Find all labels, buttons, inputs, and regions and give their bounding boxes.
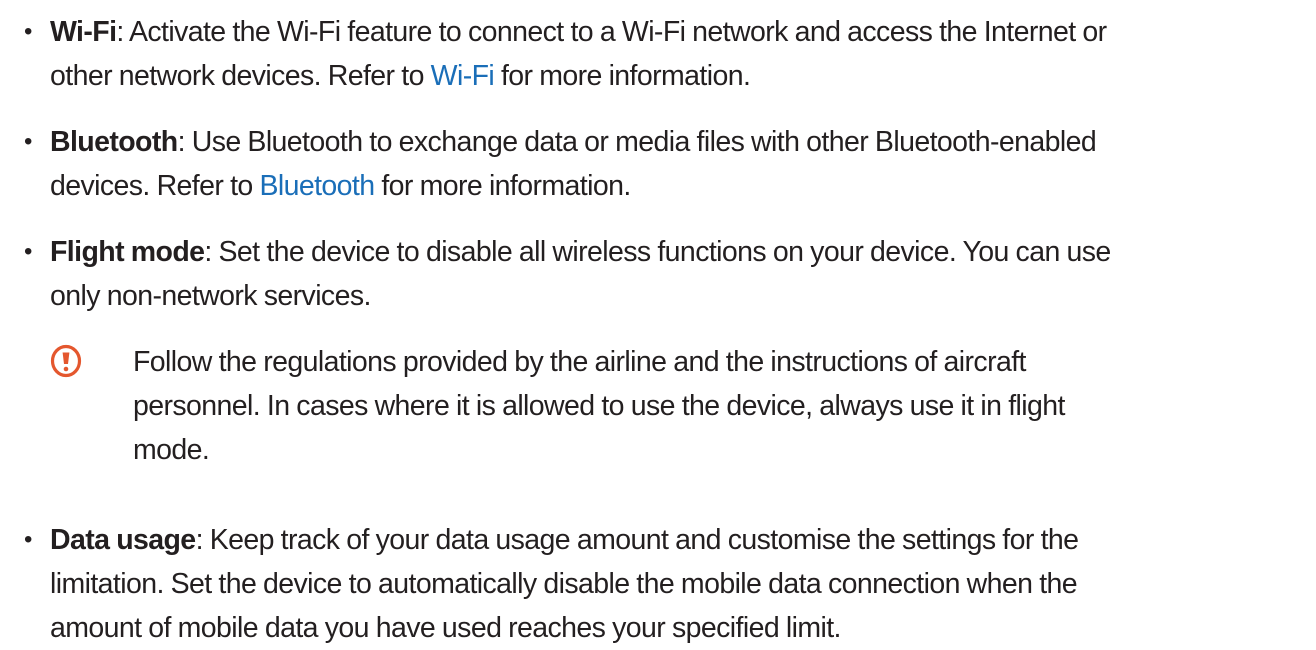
bullet: • [24, 238, 33, 265]
bullet: • [24, 128, 33, 155]
item-line: Data usage: Keep track of your data usag… [50, 518, 1312, 562]
caution-line: Follow the regulations provided by the a… [133, 346, 1026, 378]
item-desc: for more information. [374, 170, 631, 202]
item-text: Flight mode: Set the device to disable a… [50, 230, 1312, 318]
term-bluetooth: Bluetooth [50, 126, 178, 158]
item-line: Flight mode: Set the device to disable a… [50, 230, 1312, 274]
item-desc: : Activate the Wi-Fi feature to connect … [116, 16, 1107, 48]
settings-document: • Wi-Fi: Activate the Wi-Fi feature to c… [0, 0, 1316, 644]
item-line: Wi-Fi: Activate the Wi-Fi feature to con… [50, 10, 1312, 54]
item-desc: devices. Refer to [50, 170, 260, 202]
item-desc: other network devices. Refer to [50, 60, 431, 92]
item-line: other network devices. Refer to Wi-Fi fo… [50, 54, 1312, 98]
caution-line: personnel. In cases where it is allowed … [133, 390, 1065, 422]
wifi-link[interactable]: Wi-Fi [431, 60, 495, 92]
item-line: devices. Refer to Bluetooth for more inf… [50, 164, 1312, 208]
item-line: Bluetooth: Use Bluetooth to exchange dat… [50, 120, 1312, 164]
caution-icon [50, 344, 82, 378]
item-text: Data usage: Keep track of your data usag… [50, 518, 1312, 650]
item-line: amount of mobile data you have used reac… [50, 612, 841, 644]
item-desc: : Set the device to disable all wireless… [204, 236, 1111, 268]
item-text: Wi-Fi: Activate the Wi-Fi feature to con… [50, 10, 1312, 98]
bullet: • [24, 18, 33, 45]
item-desc: : Keep track of your data usage amount a… [195, 524, 1079, 556]
bluetooth-link[interactable]: Bluetooth [259, 170, 375, 202]
term-wifi: Wi-Fi [50, 16, 117, 48]
item-text: Bluetooth: Use Bluetooth to exchange dat… [50, 120, 1312, 208]
caution-text: Follow the regulations provided by the a… [133, 340, 1065, 472]
bullet: • [24, 526, 33, 553]
term-data-usage: Data usage [50, 524, 196, 556]
item-line: limitation. Set the device to automatica… [50, 568, 1078, 600]
item-line: only non-network services. [50, 280, 371, 312]
item-desc: for more information. [494, 60, 751, 92]
item-desc: : Use Bluetooth to exchange data or medi… [177, 126, 1097, 158]
term-flight-mode: Flight mode [50, 236, 205, 268]
caution-line: mode. [133, 434, 210, 466]
